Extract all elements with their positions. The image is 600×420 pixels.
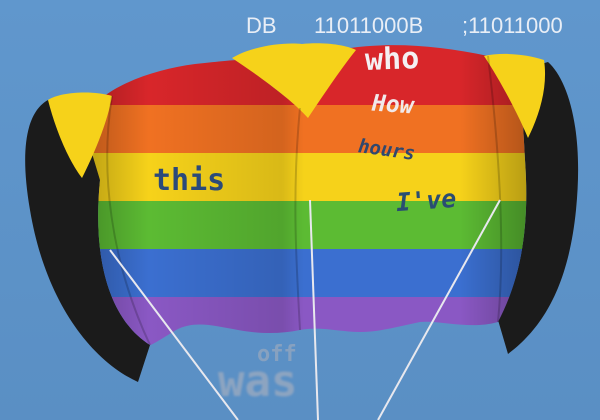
word-was: was (218, 356, 298, 407)
word-how: How (371, 90, 415, 120)
word-ive: I've (395, 183, 458, 218)
word-this: this (153, 163, 226, 198)
header-binary-2: ;11011000 (462, 13, 563, 38)
header-db-label: DB (246, 13, 277, 38)
header-binary-1: 11011000B (314, 13, 424, 38)
word-who: who (364, 41, 420, 78)
kite-scene (0, 0, 600, 420)
